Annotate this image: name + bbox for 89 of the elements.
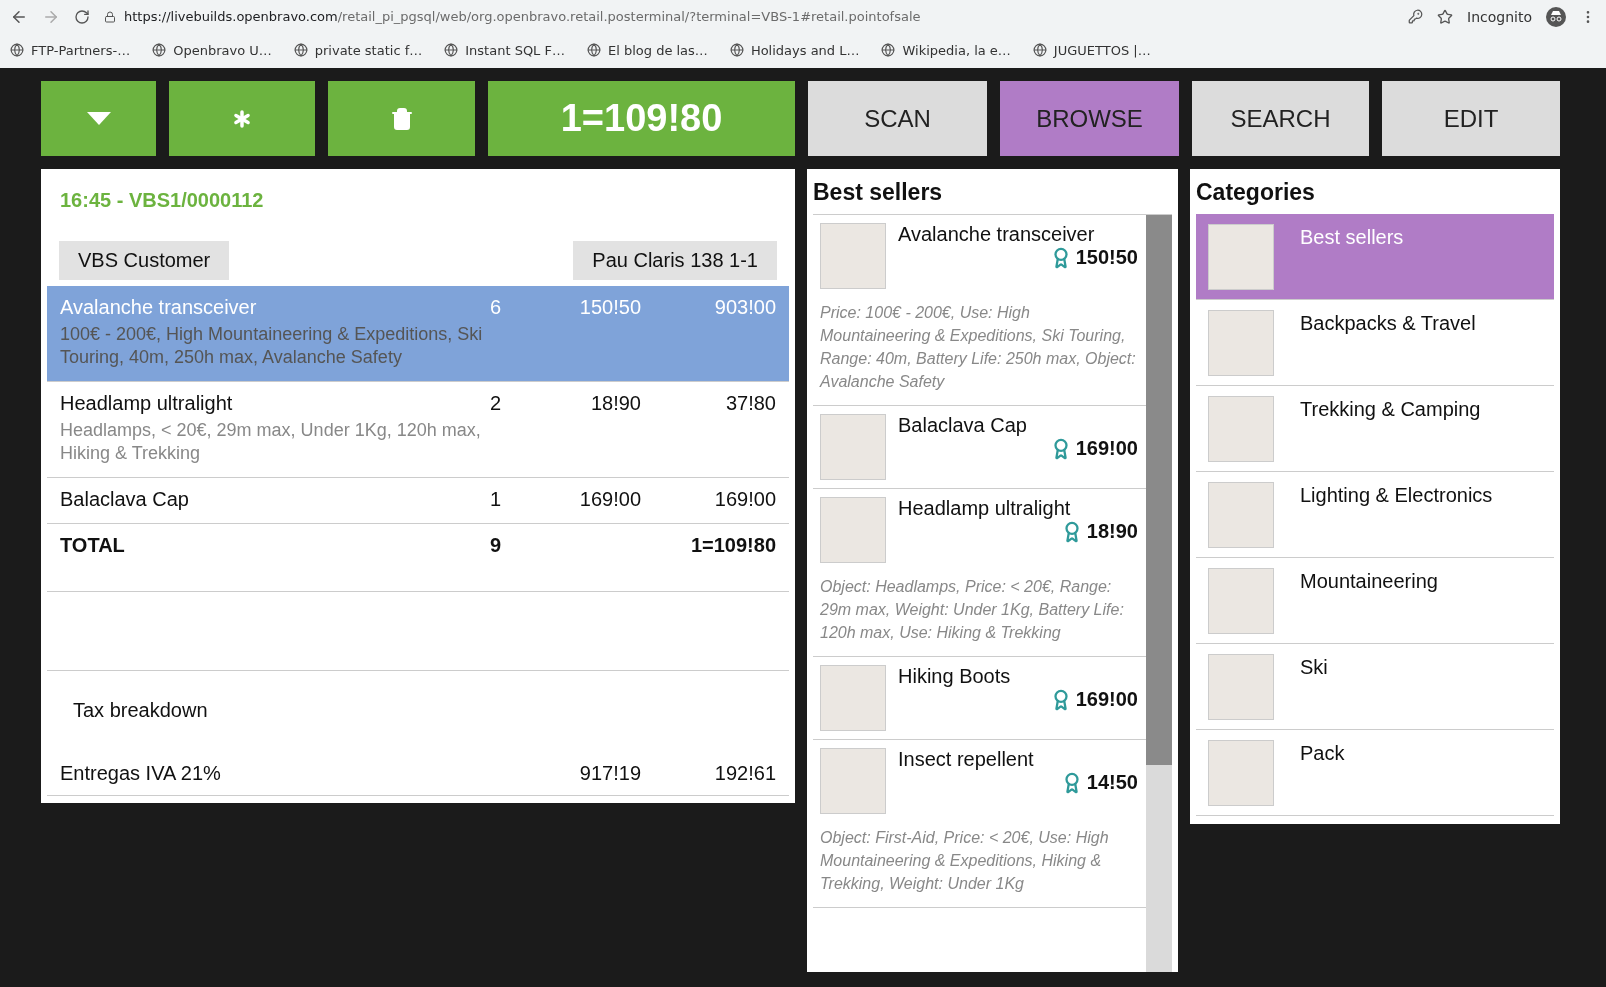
product-photo-placeholder (820, 497, 886, 563)
url-path[interactable]: /retail_pi_pgsql/web/org.openbravo.retail.posterminal/?terminal=VBS-1#retail.pointofsale (337, 9, 921, 24)
bookmark-link[interactable]: El blog de las… (586, 42, 708, 58)
product-price: 150!50 (1075, 246, 1138, 269)
incognito-icon[interactable] (1546, 6, 1566, 27)
bookmark-link[interactable]: Instant SQL F… (444, 42, 565, 58)
category-photo-placeholder (1208, 310, 1274, 376)
globe-icon (293, 43, 308, 57)
product-description: 100€ - 200€, High Mountaineering & Expeditions, Ski Touring, 40m, 250h max, Avalanche Safety (60, 323, 484, 369)
product-item[interactable]: Avalanche transceiver 150!50 Price: 100€ - 200€, Use: High Mountaineering & Expeditions, Ski Touring, Range: 40m, Battery Life: 250h max, Object: Avalanche Safety (813, 215, 1146, 406)
line-total: 903!00 (713, 296, 776, 319)
bookmark-link[interactable]: Openbravo U… (152, 42, 272, 58)
product-name: Hiking Boots (898, 665, 1012, 688)
customer-button[interactable]: VBS Customer (59, 241, 230, 280)
tax-base: 917!19 (578, 762, 641, 785)
tab[interactable]: SEARCH (1192, 81, 1369, 156)
category-photo-placeholder (1208, 396, 1274, 462)
delete-button[interactable] (328, 81, 475, 156)
line-total: 37!80 (724, 392, 776, 415)
bookmark-link[interactable]: FTP-Partners-… (10, 42, 131, 58)
tax-name: Entregas IVA 21% (60, 762, 222, 785)
incognito-label: Incognito (1467, 8, 1532, 25)
globe-icon (881, 43, 896, 57)
product-description: Object: Headlamps, Price: < 20€, Range: 29m max, Weight: Under 1Kg, Battery Life: 120h max, Use: Hiking & Trekking (820, 577, 1125, 643)
product-price: 169!00 (1075, 688, 1138, 711)
category-photo-placeholder (1208, 568, 1274, 634)
tax-breakdown-title: Tax breakdown (72, 698, 209, 723)
product-price: 14!50 (1086, 771, 1138, 794)
panel-title: Best sellers (813, 178, 944, 207)
trash-icon (389, 106, 414, 131)
bookmark-star-icon[interactable] (1437, 8, 1454, 25)
quantity: 1 (488, 488, 501, 511)
product-item[interactable]: Balaclava Cap 169!00 (813, 406, 1146, 489)
product-name: Insect repellent (898, 748, 1035, 771)
product-name: Headlamp ultralight (898, 497, 1072, 520)
unit-price: 150!50 (578, 296, 641, 319)
line-total: 169!00 (713, 488, 776, 511)
product-photo-placeholder (820, 223, 886, 289)
product-item[interactable]: Hiking Boots 169!00 (813, 657, 1146, 740)
key-icon[interactable] (1408, 9, 1424, 24)
product-photo-placeholder (820, 665, 886, 731)
unit-price: 169!00 (578, 488, 641, 511)
product-name: Avalanche transceiver (60, 296, 258, 319)
lock-icon (104, 10, 116, 23)
tab[interactable]: SCAN (808, 81, 987, 156)
globe-icon (729, 43, 744, 57)
scrollbar-thumb[interactable] (1146, 215, 1172, 765)
quantity: 2 (488, 392, 501, 415)
product-name: Balaclava Cap (898, 414, 1028, 437)
product-name: Balaclava Cap (60, 488, 190, 511)
product-name: Headlamp ultralight (60, 392, 234, 415)
category-photo-placeholder (1208, 740, 1274, 806)
product-price: 169!00 (1075, 437, 1138, 460)
product-photo-placeholder (820, 414, 886, 480)
total-quantity: 9 (488, 534, 501, 557)
url-host[interactable]: https://livebuilds.openbravo.com (124, 9, 338, 24)
globe-icon (1032, 43, 1047, 57)
product-description: Object: First-Aid, Price: < 20€, Use: High Mountaineering & Expeditions, Hiking & Trekking, Weight: Under 1Kg (820, 828, 1110, 894)
product-price: 18!90 (1086, 520, 1138, 543)
product-item[interactable]: Headlamp ultralight 18!90 Object: Headlamps, Price: < 20€, Range: 29m max, Weight: Under 1Kg, Battery Life: 120h max, Use: Hiking & Trekking (813, 489, 1146, 657)
unit-price: 18!90 (589, 392, 641, 415)
globe-icon (444, 43, 459, 57)
total-label: TOTAL (60, 534, 126, 557)
quantity: 6 (488, 296, 501, 319)
reload-icon[interactable] (74, 8, 90, 25)
product-description: Price: 100€ - 200€, Use: High Mountaineering & Expeditions, Ski Touring, Range: 40m, Battery Life: 250h max, Object: Avalanche Safety (820, 303, 1137, 392)
tab[interactable]: BROWSE (1000, 81, 1179, 156)
bookmark-link[interactable]: JUGUETTOS |… (1032, 42, 1151, 58)
globe-icon (586, 43, 601, 57)
total-amount: 1=109!80 (689, 534, 776, 557)
category-photo-placeholder (1208, 224, 1274, 290)
scrollbar-track[interactable] (1146, 215, 1172, 972)
tab[interactable]: EDIT (1382, 81, 1560, 156)
product-photo-placeholder (820, 748, 886, 814)
caret-down-icon (86, 112, 111, 125)
product-description: Headlamps, < 20€, 29m max, Under 1Kg, 120h max, Hiking & Trekking (60, 419, 482, 465)
bookmark-link[interactable]: private static f… (293, 42, 423, 58)
order-header: 16:45 - VBS1/0000112 (59, 188, 265, 213)
bookmark-link[interactable]: Holidays and L… (729, 42, 860, 58)
bookmark-link[interactable]: Wikipedia, la e… (881, 42, 1011, 58)
panel-title: Categories (1196, 178, 1316, 207)
address-button[interactable]: Pau Claris 138 1-1 (573, 241, 777, 280)
category-photo-placeholder (1208, 482, 1274, 548)
category-photo-placeholder (1208, 654, 1274, 720)
product-name: Avalanche transceiver (898, 223, 1096, 246)
tax-amount: 192!61 (713, 762, 776, 785)
globe-icon (10, 43, 24, 57)
product-item[interactable]: Insect repellent 14!50 Object: First-Aid, Price: < 20€, Use: High Mountaineering & Expeditions, Hiking & Trekking, Weight: Under 1Kg (813, 740, 1146, 908)
globe-icon (152, 43, 167, 57)
